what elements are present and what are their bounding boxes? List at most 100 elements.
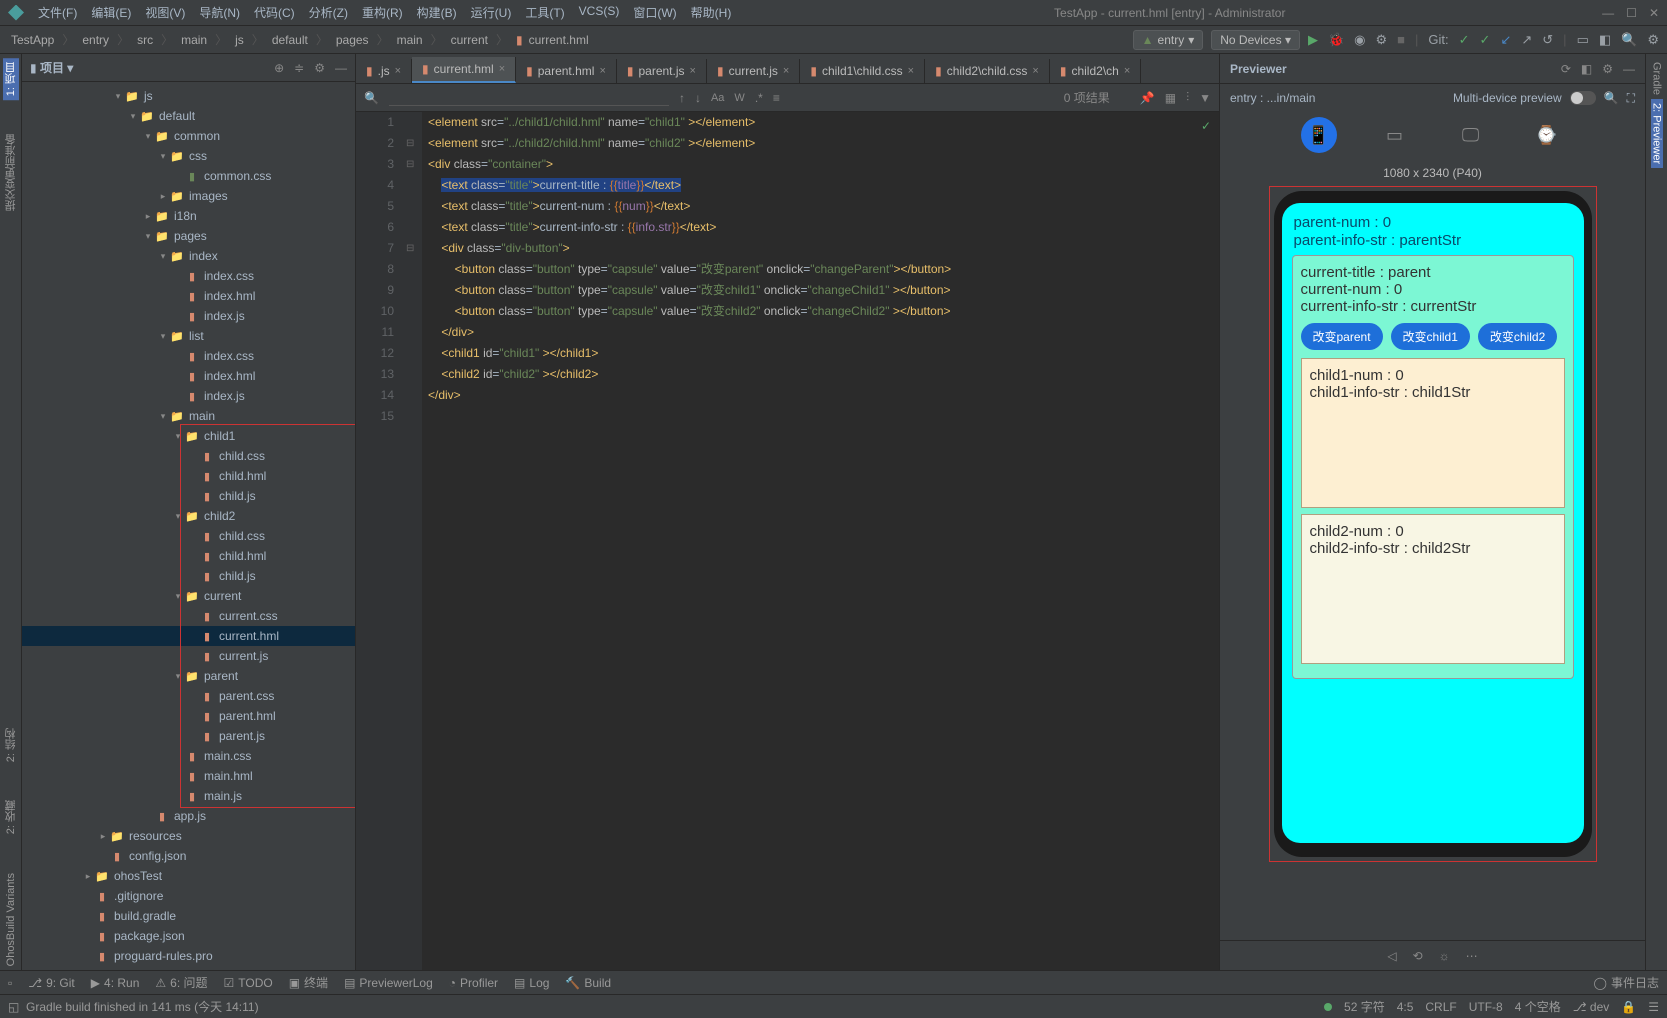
settings-icon[interactable]: ⚙ [1647, 32, 1659, 48]
crumb-9[interactable]: current.hml [526, 33, 592, 47]
tree-item-list[interactable]: ▾📁list [22, 326, 355, 346]
bottom-problems[interactable]: ⚠6: 问题 [155, 974, 207, 991]
prev-rotate-icon[interactable]: ⟲ [1413, 949, 1423, 963]
crumb-5[interactable]: default [269, 33, 311, 47]
tree-item-images[interactable]: ▸📁images [22, 186, 355, 206]
menu-refactor[interactable]: 重构(R) [356, 2, 409, 23]
menu-analyze[interactable]: 分析(Z) [303, 2, 354, 23]
tree-item-current.hml[interactable]: ▮current.hml [22, 626, 355, 646]
menu-build[interactable]: 构建(B) [411, 2, 463, 23]
menu-navigate[interactable]: 导航(N) [193, 2, 246, 23]
tab-close-icon[interactable]: × [783, 65, 789, 77]
menu-file[interactable]: 文件(F) [32, 2, 83, 23]
status-lock-icon[interactable]: 🔒 [1621, 1000, 1636, 1014]
git-pull-icon[interactable]: ✓ [1480, 32, 1491, 48]
inspect-ui-icon[interactable]: ◧ [1581, 62, 1592, 76]
profile-icon[interactable]: ⚙ [1376, 32, 1388, 48]
menu-run[interactable]: 运行(U) [465, 2, 518, 23]
crumb-4[interactable]: js [232, 33, 247, 47]
menu-edit[interactable]: 编辑(E) [85, 2, 137, 23]
refresh-icon[interactable]: ⟳ [1561, 62, 1571, 76]
debug-icon[interactable]: 🐞 [1328, 32, 1344, 48]
tree-item-main.hml[interactable]: ▮main.hml [22, 766, 355, 786]
tree-item-parent.css[interactable]: ▮parent.css [22, 686, 355, 706]
rail-favorites[interactable]: 2: 收藏 [3, 796, 19, 838]
tree-item-resources[interactable]: ▸📁resources [22, 826, 355, 846]
word-icon[interactable]: W [734, 92, 744, 104]
tree-item-main[interactable]: ▾📁main [22, 406, 355, 426]
bottom-run[interactable]: ▶4: Run [91, 976, 140, 990]
tree-item-index.css[interactable]: ▮index.css [22, 346, 355, 366]
git-revert-icon[interactable]: ↺ [1542, 32, 1553, 48]
tab-close-icon[interactable]: × [599, 65, 605, 77]
tree-item-main.css[interactable]: ▮main.css [22, 746, 355, 766]
tree-item-proguard-rules.pro[interactable]: ▮proguard-rules.pro [22, 946, 355, 966]
hide-icon[interactable]: — [1623, 62, 1635, 76]
prev-more-icon[interactable]: ⋯ [1466, 949, 1478, 963]
bottom-eventlog[interactable]: ◯事件日志 [1594, 974, 1659, 991]
tree-item-child2[interactable]: ▾📁child2 [22, 506, 355, 526]
tab-child1\child.css[interactable]: ▮child1\child.css× [800, 59, 925, 83]
tab-current.js[interactable]: ▮current.js× [707, 59, 800, 83]
status-branch[interactable]: ⎇ dev [1573, 1000, 1610, 1014]
tree-item-index.css[interactable]: ▮index.css [22, 266, 355, 286]
tree-item-index.hml[interactable]: ▮index.hml [22, 286, 355, 306]
project-title[interactable]: 项目 ▾ [40, 59, 73, 76]
tab-close-icon[interactable]: × [499, 63, 505, 75]
crumb-3[interactable]: main [178, 33, 210, 47]
change-child1-button[interactable]: 改变child1 [1391, 323, 1470, 350]
menu-view[interactable]: 视图(V) [139, 2, 191, 23]
run-config-selector[interactable]: ▲entry▾ [1133, 30, 1204, 50]
collapse-icon[interactable]: ≑ [294, 61, 304, 75]
tab-parent.hml[interactable]: ▮parent.hml× [516, 59, 617, 83]
change-parent-button[interactable]: 改变parent [1301, 323, 1383, 350]
tree-item-js[interactable]: ▾📁js [22, 86, 355, 106]
coverage-icon[interactable]: ◉ [1354, 32, 1365, 48]
tree-item-app.js[interactable]: ▮app.js [22, 806, 355, 826]
tab-close-icon[interactable]: × [908, 65, 914, 77]
project-select-icon[interactable]: ▮ [30, 61, 37, 75]
prev-match-icon[interactable]: ↑ [679, 91, 685, 105]
tree-item-current.css[interactable]: ▮current.css [22, 606, 355, 626]
tree-item-i18n[interactable]: ▸📁i18n [22, 206, 355, 226]
tree-item-package.json[interactable]: ▮package.json [22, 926, 355, 946]
tab-parent.js[interactable]: ▮parent.js× [617, 59, 707, 83]
maximize-icon[interactable]: ☐ [1626, 6, 1637, 20]
next-match-icon[interactable]: ↓ [695, 91, 701, 105]
tree-item-child.js[interactable]: ▮child.js [22, 566, 355, 586]
menu-tools[interactable]: 工具(T) [519, 2, 570, 23]
crumb-2[interactable]: src [134, 33, 156, 47]
device-tv-icon[interactable]: 🖵 [1453, 117, 1489, 153]
crumb-6[interactable]: pages [333, 33, 372, 47]
tree-item-child.css[interactable]: ▮child.css [22, 446, 355, 466]
tree-item-common[interactable]: ▾📁common [22, 126, 355, 146]
tree-item-index.hml[interactable]: ▮index.hml [22, 366, 355, 386]
tree-item-.gitignore[interactable]: ▮.gitignore [22, 886, 355, 906]
status-indent[interactable]: 4 个空格 [1515, 998, 1561, 1015]
rail-project[interactable]: 1: 项目 [3, 58, 19, 100]
code-editor[interactable]: 123456789101112131415 ⊟⊟⊟ <element src="… [356, 112, 1219, 970]
git-update-icon[interactable]: ↙ [1500, 32, 1511, 48]
crumb-8[interactable]: current [448, 33, 491, 47]
tree-item-child.js[interactable]: ▮child.js [22, 486, 355, 506]
tree-item-parent.js[interactable]: ▮parent.js [22, 726, 355, 746]
crumb-0[interactable]: TestApp [8, 33, 57, 47]
status-corner-icon[interactable]: ◱ [8, 1000, 19, 1014]
crumb-1[interactable]: entry [79, 33, 112, 47]
tree-item-child1[interactable]: ▾📁child1 [22, 426, 355, 446]
menu-code[interactable]: 代码(C) [248, 2, 301, 23]
tab-.js[interactable]: ▮.js× [356, 59, 412, 83]
bottom-build[interactable]: 🔨Build [565, 976, 611, 990]
tab-child2\ch[interactable]: ▮child2\ch× [1050, 59, 1141, 83]
tree-item-child.hml[interactable]: ▮child.hml [22, 546, 355, 566]
tree-item-main.js[interactable]: ▮main.js [22, 786, 355, 806]
tree-item-parent[interactable]: ▾📁parent [22, 666, 355, 686]
layout-icon[interactable]: ▭ [1577, 32, 1589, 48]
tree-item-css[interactable]: ▾📁css [22, 146, 355, 166]
bottom-previewerlog[interactable]: ▤PreviewerLog [344, 976, 433, 990]
menu-help[interactable]: 帮助(H) [685, 2, 738, 23]
tree-item-build.gradle[interactable]: ▮build.gradle [22, 906, 355, 926]
tree-item-config.json[interactable]: ▮config.json [22, 846, 355, 866]
status-bell-icon[interactable]: ☰ [1648, 1000, 1659, 1014]
rail-structure[interactable]: 2: 结构 [3, 724, 19, 766]
